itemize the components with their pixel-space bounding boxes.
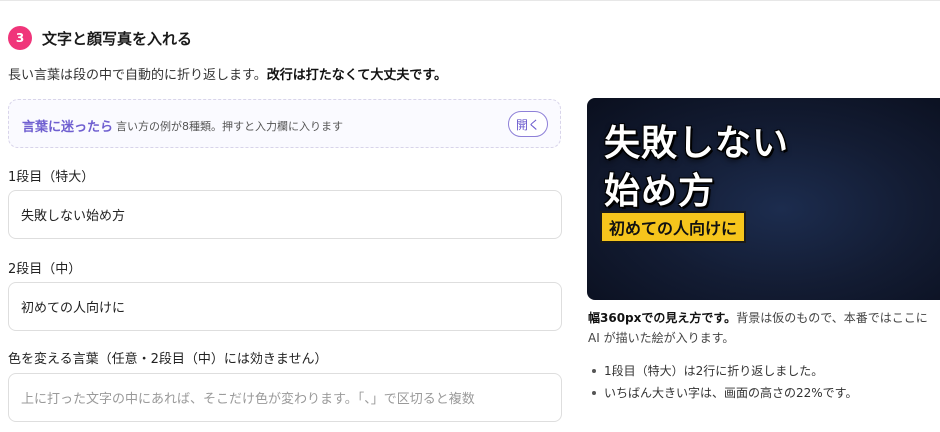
note-item: いちばん大きい字は、画面の高さの22%です。 [588,382,857,404]
line2-input[interactable]: 初めての人向けに [8,282,562,331]
line2-label: 2段目（中） [8,262,82,277]
step-title: 文字と顔写真を入れる [42,29,193,48]
note-item: 1段目（特大）は2行に折り返しました。 [588,360,857,382]
color-words-label: 色を変える言葉（任意・2段目（中）には効きません） [8,352,328,367]
thumbnail-editor-step: 3 文字と顔写真を入れる 長い言葉は段の中で自動的に折り返します。改行は打たなく… [0,0,940,432]
preview-line2: 始め方 [604,171,716,212]
preview-subtitle-band: 初めての人向けに [600,211,747,243]
step-number-badge: 3 [8,26,32,50]
thumbnail-preview: 失敗しない 始め方 初めての人向けに [587,98,940,300]
intro-text: 長い言葉は段の中で自動的に折り返します。改行は打たなくて大丈夫です。 [8,64,447,83]
intro-emphasis: 改行は打たなくて大丈夫です。 [266,68,448,83]
preview-caption: 幅360pxでの見え方です。背景は仮のもので、本番ではここに AI が描いた絵が… [588,308,940,348]
step-header: 3 文字と顔写真を入れる [8,26,192,50]
caption-emphasis: 幅360pxでの見え方です。 [588,311,737,325]
hint-description: 言い方の例が8種類。押すと入力欄に入ります [116,120,343,133]
line1-input[interactable]: 失敗しない始め方 [8,190,562,239]
preview-notes: 1段目（特大）は2行に折り返しました。 いちばん大きい字は、画面の高さの22%で… [588,360,857,404]
top-divider [0,0,940,1]
open-examples-button[interactable]: 開く [508,111,548,137]
line1-label: 1段目（特大） [8,170,95,185]
wording-hint-box: 言葉に迷ったら 言い方の例が8種類。押すと入力欄に入ります 開く [8,99,561,148]
intro-plain: 長い言葉は段の中で自動的に折り返します。 [8,68,267,83]
hint-label: 言葉に迷ったら [22,120,114,135]
color-words-input[interactable]: 上に打った文字の中にあれば、そこだけ色が変わります。「、」で区切ると複数 [8,373,562,422]
preview-line1: 失敗しない [604,123,790,164]
